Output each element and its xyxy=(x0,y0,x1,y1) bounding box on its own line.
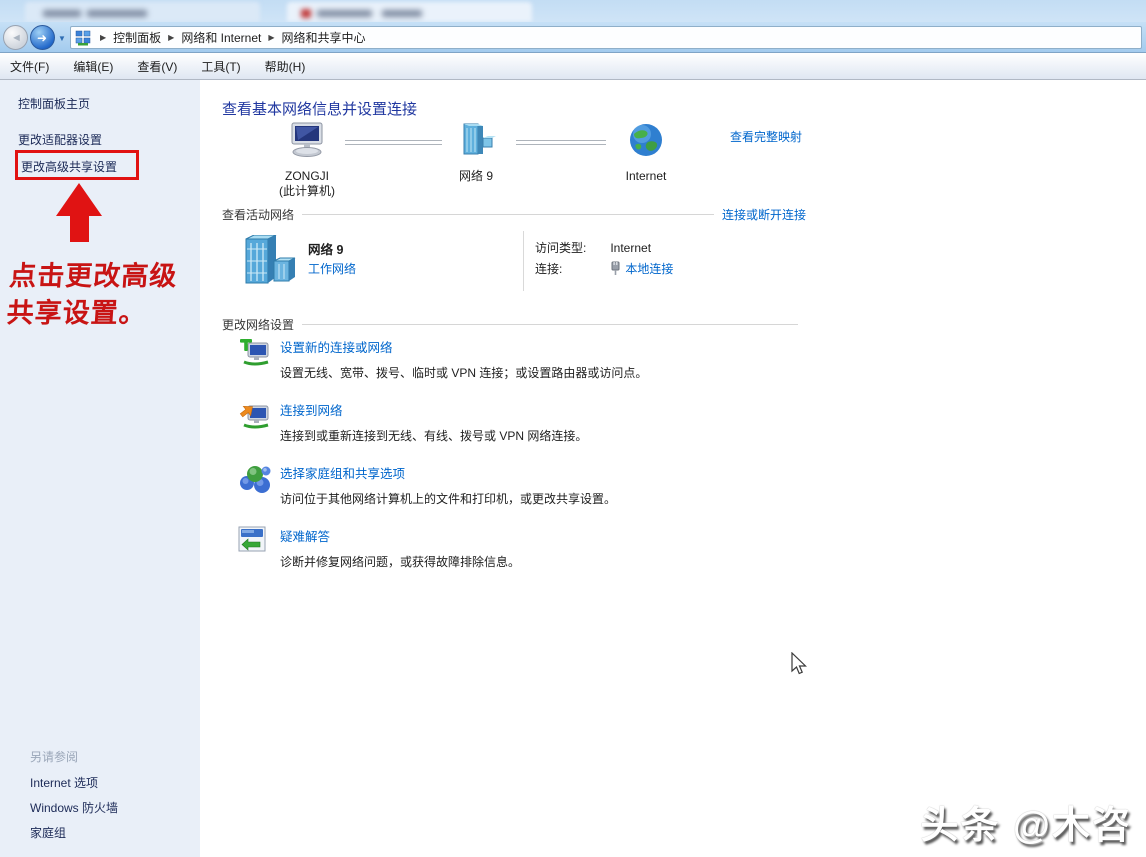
sidebar-item-windows-firewall[interactable]: Windows 防火墙 xyxy=(30,799,118,816)
forward-arrow-icon: ➜ xyxy=(37,31,47,45)
breadcrumb-arrow-icon: ▶ xyxy=(168,33,174,42)
forward-button[interactable]: ➜ xyxy=(30,25,55,50)
blurred-text xyxy=(87,10,147,17)
address-bar: ◄ ➜ ▼ ▶ 控制面板 ▶ 网络和 Internet ▶ 网络和共享中心 xyxy=(0,22,1146,53)
divider xyxy=(523,231,524,291)
network-settings-list: 设置新的连接或网络 设置无线、宽带、拨号、临时或 VPN 连接；或设置路由器或访… xyxy=(222,337,806,589)
computer-icon xyxy=(286,122,328,158)
map-connector xyxy=(516,140,606,145)
setup-new-connection-link[interactable]: 设置新的连接或网络 xyxy=(280,341,393,355)
network-icon xyxy=(456,122,496,158)
map-node-label: 网络 9 xyxy=(426,169,526,184)
computer-name: ZONGJI xyxy=(257,169,357,184)
list-item-troubleshoot[interactable]: 疑难解答 诊断并修复网络问题，或获得故障排除信息。 xyxy=(222,526,806,570)
setup-new-connection-desc: 设置无线、宽带、拨号、临时或 VPN 连接；或设置路由器或访问点。 xyxy=(280,364,806,381)
sidebar-item-homegroup[interactable]: 家庭组 xyxy=(30,824,66,841)
view-full-map-link[interactable]: 查看完整映射 xyxy=(730,128,802,145)
blurred-browser-tabstrip xyxy=(0,0,1146,22)
active-network-name: 网络 9 xyxy=(308,239,343,258)
map-node-label: ZONGJI (此计算机) xyxy=(257,169,357,199)
red-up-arrow xyxy=(55,183,103,242)
main-content: 查看基本网络信息并设置连接 ZONGJI (此计算机) xyxy=(200,80,1146,857)
sidebar-item-control-panel-home[interactable]: 控制面板主页 xyxy=(18,95,90,112)
local-area-connection-link[interactable]: 本地连接 xyxy=(625,262,673,276)
blurred-tab xyxy=(25,2,260,22)
access-type-label: 访问类型: xyxy=(535,239,607,256)
divider xyxy=(302,214,714,215)
blurred-favicon xyxy=(301,9,311,18)
access-type-row: 访问类型: Internet xyxy=(535,239,651,256)
red-arrow-head xyxy=(56,183,102,216)
menu-view[interactable]: 查看(V) xyxy=(137,58,177,75)
mouse-cursor xyxy=(788,652,810,676)
annotation-line2: 共享设置。 xyxy=(5,295,176,332)
troubleshoot-desc: 诊断并修复网络问题，或获得故障排除信息。 xyxy=(280,553,806,570)
network-settings-header-row: 更改网络设置 xyxy=(222,316,806,333)
breadcrumb-arrow-icon: ▶ xyxy=(100,33,106,42)
blurred-text xyxy=(43,10,81,17)
blurred-text xyxy=(317,10,372,17)
breadcrumb-item-control-panel[interactable]: 控制面板 xyxy=(113,29,161,46)
back-arrow-icon: ◄ xyxy=(11,33,21,43)
breadcrumb-arrow-icon: ▶ xyxy=(268,33,274,42)
connect-disconnect-link[interactable]: 连接或断开连接 xyxy=(722,206,806,223)
network-center-icon xyxy=(75,30,91,46)
see-also-header: 另请参阅 xyxy=(30,748,78,765)
recent-pages-dropdown[interactable]: ▼ xyxy=(58,34,66,43)
list-item-setup-new-connection[interactable]: 设置新的连接或网络 设置无线、宽带、拨号、临时或 VPN 连接；或设置路由器或访… xyxy=(222,337,806,381)
globe-icon xyxy=(628,122,664,158)
back-button[interactable]: ◄ xyxy=(3,25,28,50)
divider xyxy=(302,324,798,325)
menu-file[interactable]: 文件(F) xyxy=(10,58,49,75)
troubleshoot-link[interactable]: 疑难解答 xyxy=(280,530,330,544)
menu-tools[interactable]: 工具(T) xyxy=(201,58,240,75)
map-node-this-computer[interactable]: ZONGJI (此计算机) xyxy=(257,122,357,199)
annotation-text: 点击更改高级 共享设置。 xyxy=(5,258,178,332)
blurred-tab xyxy=(287,2,532,22)
red-arrow-shaft xyxy=(70,216,89,242)
menu-help[interactable]: 帮助(H) xyxy=(265,58,306,75)
red-highlight-box xyxy=(15,150,139,180)
homegroup-sharing-desc: 访问位于其他网络计算机上的文件和打印机，或更改共享设置。 xyxy=(280,490,806,507)
network-settings-header: 更改网络设置 xyxy=(222,316,294,333)
active-network-card: 网络 9 工作网络 访问类型: Internet 连接: 本地连接 xyxy=(222,229,806,295)
breadcrumb-item-network-sharing-center[interactable]: 网络和共享中心 xyxy=(282,29,366,46)
homegroup-icon xyxy=(238,463,272,495)
breadcrumb: ▶ 控制面板 ▶ 网络和 Internet ▶ 网络和共享中心 xyxy=(70,26,1142,49)
menu-bar: 文件(F) 编辑(E) 查看(V) 工具(T) 帮助(H) xyxy=(0,53,1146,80)
sidebar-item-change-adapter-settings[interactable]: 更改适配器设置 xyxy=(18,131,102,148)
connection-row: 连接: 本地连接 xyxy=(535,260,673,277)
ethernet-plug-icon xyxy=(610,261,621,275)
connect-to-network-desc: 连接到或重新连接到无线、有线、拨号或 VPN 网络连接。 xyxy=(280,427,806,444)
access-type-value: Internet xyxy=(610,241,651,255)
network-type-link[interactable]: 工作网络 xyxy=(308,260,356,277)
breadcrumb-item-network-internet[interactable]: 网络和 Internet xyxy=(181,29,261,46)
list-item-connect-to-network[interactable]: 连接到网络 连接到或重新连接到无线、有线、拨号或 VPN 网络连接。 xyxy=(222,400,806,444)
map-node-label: Internet xyxy=(596,169,696,184)
connect-to-network-link[interactable]: 连接到网络 xyxy=(280,404,343,418)
connect-to-network-icon xyxy=(238,400,272,432)
map-node-network[interactable]: 网络 9 xyxy=(426,122,526,184)
watermark: 头条 @木咨 xyxy=(920,794,1132,849)
menu-edit[interactable]: 编辑(E) xyxy=(73,58,113,75)
sidebar-item-internet-options[interactable]: Internet 选项 xyxy=(30,774,98,791)
active-networks-header-row: 查看活动网络 连接或断开连接 xyxy=(222,206,806,223)
map-node-internet[interactable]: Internet xyxy=(596,122,696,184)
list-item-homegroup-sharing[interactable]: 选择家庭组和共享选项 访问位于其他网络计算机上的文件和打印机，或更改共享设置。 xyxy=(222,463,806,507)
sidebar: 控制面板主页 更改适配器设置 更改高级共享设置 点击更改高级 共享设置。 另请参… xyxy=(0,80,200,857)
new-connection-icon xyxy=(238,337,272,369)
blurred-text xyxy=(382,10,422,17)
homegroup-sharing-link[interactable]: 选择家庭组和共享选项 xyxy=(280,467,405,481)
connection-label: 连接: xyxy=(535,260,607,277)
computer-sublabel: (此计算机) xyxy=(257,184,357,199)
network-sharing-center-window: ◄ ➜ ▼ ▶ 控制面板 ▶ 网络和 Internet ▶ 网络和共享中心 文件… xyxy=(0,0,1146,857)
page-title: 查看基本网络信息并设置连接 xyxy=(222,98,417,119)
work-network-buildings-icon xyxy=(238,235,296,291)
troubleshoot-icon xyxy=(238,526,268,554)
active-networks-header: 查看活动网络 xyxy=(222,206,294,223)
annotation-line1: 点击更改高级 xyxy=(8,258,179,295)
